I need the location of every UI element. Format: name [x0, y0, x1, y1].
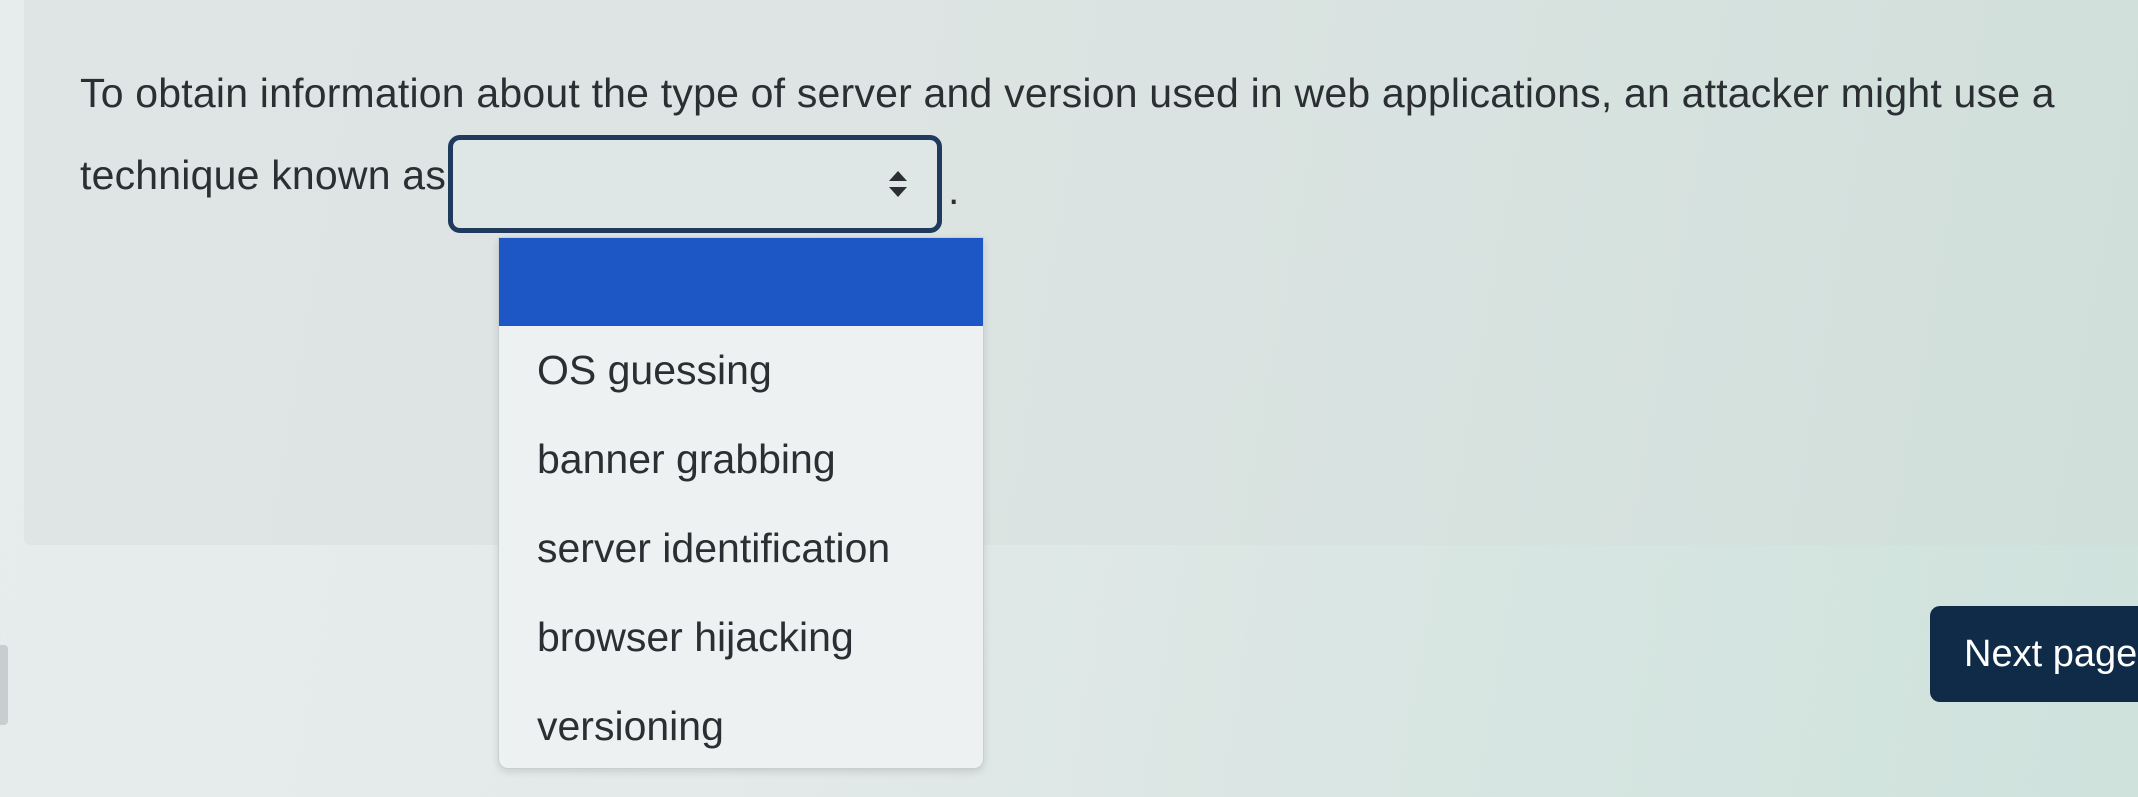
dropdown-option-server-identification[interactable]: server identification: [499, 504, 983, 593]
previous-button-edge[interactable]: [0, 645, 8, 725]
next-page-button[interactable]: Next page: [1930, 606, 2138, 702]
question-prefix: technique known as: [80, 152, 447, 198]
dropdown-option-os-guessing[interactable]: OS guessing: [499, 326, 983, 415]
question-line-1: To obtain information about the type of …: [80, 70, 2055, 116]
question-text: To obtain information about the type of …: [80, 52, 2100, 233]
dropdown-option-banner-grabbing[interactable]: banner grabbing: [499, 415, 983, 504]
answer-dropdown-list: OS guessing banner grabbing server ident…: [498, 237, 984, 769]
dropdown-option-blank[interactable]: [499, 238, 983, 326]
dropdown-option-versioning[interactable]: versioning: [499, 682, 983, 768]
dropdown-option-browser-hijacking[interactable]: browser hijacking: [499, 593, 983, 682]
up-down-arrows-icon: [887, 169, 909, 199]
question-suffix: .: [948, 167, 960, 213]
answer-select[interactable]: [448, 135, 943, 233]
question-line-2: technique known as .: [80, 134, 2100, 233]
